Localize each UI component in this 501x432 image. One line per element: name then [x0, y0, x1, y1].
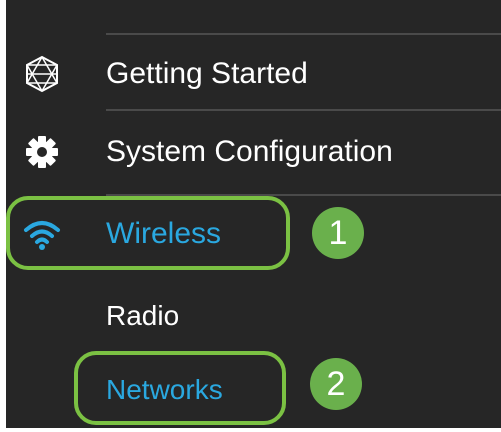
divider	[106, 33, 501, 35]
nav-item-label: Getting Started	[106, 57, 308, 90]
gear-icon	[22, 132, 62, 172]
sub-nav-item-label: Radio	[106, 300, 180, 331]
nav-item-getting-started[interactable]: Getting Started	[6, 44, 501, 104]
networks-highlight-outline	[74, 351, 286, 425]
globe-wireframe-icon	[22, 54, 62, 94]
wireless-highlight-outline	[6, 196, 290, 270]
sub-nav-item-radio[interactable]: Radio	[6, 288, 501, 344]
divider	[106, 109, 501, 111]
nav-item-label: System Configuration	[106, 135, 393, 168]
nav-item-system-configuration[interactable]: System Configuration	[6, 122, 501, 182]
step-badge-1: 1	[312, 207, 364, 259]
step-badge-2: 2	[310, 358, 362, 410]
